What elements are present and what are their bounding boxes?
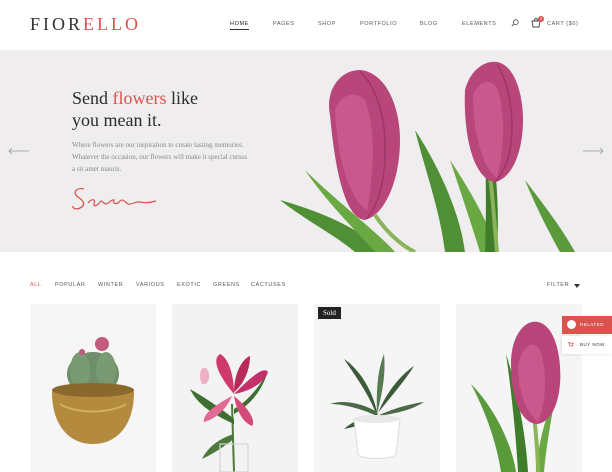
hero-description: Where flowers are our inspiration to cre…: [72, 141, 248, 173]
arrow-right-icon[interactable]: [582, 147, 604, 155]
related-button[interactable]: RELATED: [562, 316, 612, 334]
buy-now-label: BUY NOW: [580, 342, 605, 347]
product-card-cactus[interactable]: [30, 304, 156, 472]
main-nav: HOME PAGES SHOP PORTFOLIO BLOG ELEMENTS: [0, 21, 612, 33]
nav-item-home[interactable]: HOME: [230, 21, 249, 30]
hero-title: Send flowers like you mean it.: [72, 87, 272, 131]
filter-popular[interactable]: POPULAR: [55, 282, 86, 288]
hero-title-post: like: [166, 88, 198, 108]
sold-badge: Sold: [318, 307, 341, 319]
cart-label[interactable]: CART ($0): [547, 21, 578, 27]
lily-vase-image: [172, 304, 298, 472]
arrow-left-icon[interactable]: [8, 147, 30, 155]
hero-title-accent: flowers: [112, 88, 167, 108]
filter-all[interactable]: ALL: [30, 282, 42, 288]
buy-now-button[interactable]: BUY NOW: [562, 336, 612, 354]
nav-item-pages[interactable]: PAGES: [273, 21, 295, 27]
related-icon: [567, 320, 576, 329]
hero-title-line2: you mean it.: [72, 110, 162, 130]
filter-various[interactable]: VARIOUS: [136, 282, 165, 288]
signature-image: [72, 187, 157, 210]
product-card-lily[interactable]: [172, 304, 298, 472]
cactus-pot-image: [30, 304, 156, 472]
site-header: FIORELLO HOME PAGES SHOP PORTFOLIO BLOG …: [0, 0, 612, 50]
nav-item-blog[interactable]: BLOG: [420, 21, 438, 27]
nav-item-elements[interactable]: ELEMENTS: [462, 21, 496, 27]
filter-winter[interactable]: WINTER: [98, 282, 123, 288]
filter-greens[interactable]: GREENS: [213, 282, 240, 288]
filter-button[interactable]: FILTER: [547, 282, 569, 288]
category-filters: ALL POPULAR WINTER VARIOUS EXOTIC GREENS…: [0, 282, 612, 294]
filter-exotic[interactable]: EXOTIC: [177, 282, 201, 288]
related-label: RELATED: [580, 322, 604, 327]
filter-cactuses[interactable]: CACTUSES: [251, 282, 286, 288]
nav-item-shop[interactable]: SHOP: [318, 21, 336, 27]
cart-small-icon: [567, 342, 574, 347]
cart-count-badge: 0: [538, 16, 544, 22]
search-icon[interactable]: [511, 19, 519, 27]
succulent-pot-image: [314, 304, 440, 472]
hero-title-pre: Send: [72, 88, 113, 108]
nav-item-portfolio[interactable]: PORTFOLIO: [360, 21, 397, 27]
caret-down-icon[interactable]: [574, 284, 580, 289]
hero-tulips-image: [280, 61, 575, 252]
product-card-succulent[interactable]: [314, 304, 440, 472]
